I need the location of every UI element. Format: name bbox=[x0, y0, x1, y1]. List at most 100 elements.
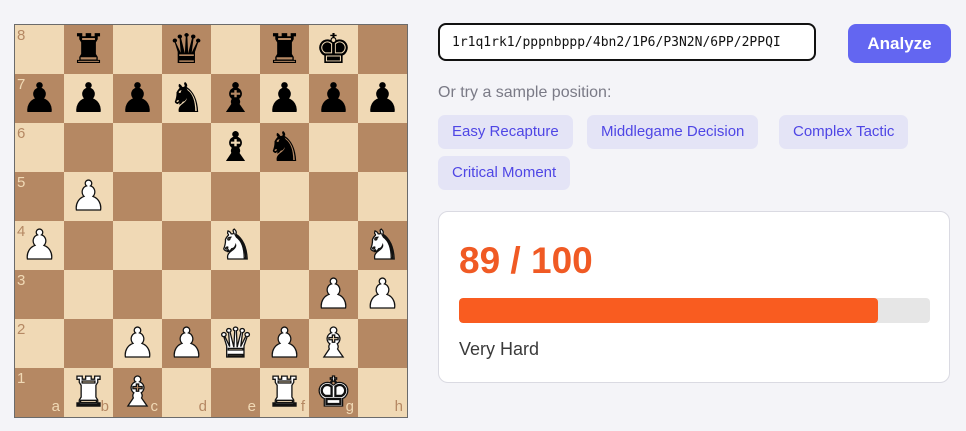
square-c2[interactable]: ♟ bbox=[113, 319, 162, 368]
black-bishop-icon[interactable]: ♝ bbox=[217, 127, 254, 168]
square-g2[interactable]: ♝ bbox=[309, 319, 358, 368]
chess-board[interactable]: 8 ♜ ♛ ♜ ♚ 7 ♟ ♟ ♟ ♞ ♝ ♟ ♟ ♟ 6 ♝ ♞ 5 ♟ 4 ♟ ♞ ♞ 3 ♟ ♟ 2 ♟ ♟ ♛ ♟ ♝ 1 a b ♜ c ♝ d e… bbox=[14, 24, 408, 418]
square-g7[interactable]: ♟ bbox=[309, 74, 358, 123]
sample-easy-recapture-button[interactable]: Easy Recapture bbox=[438, 115, 573, 149]
square-d7[interactable]: ♞ bbox=[162, 74, 211, 123]
square-e4[interactable]: ♞ bbox=[211, 221, 260, 270]
square-c6[interactable] bbox=[113, 123, 162, 172]
square-f5[interactable] bbox=[260, 172, 309, 221]
square-e5[interactable] bbox=[211, 172, 260, 221]
white-pawn-icon[interactable]: ♟ bbox=[265, 322, 303, 364]
black-king-icon[interactable]: ♚ bbox=[315, 29, 352, 70]
sample-complex-tactic-button[interactable]: Complex Tactic bbox=[779, 115, 909, 149]
square-h1[interactable]: h bbox=[358, 368, 407, 417]
square-a1[interactable]: 1a bbox=[15, 368, 64, 417]
square-g6[interactable] bbox=[309, 123, 358, 172]
square-e8[interactable] bbox=[211, 25, 260, 74]
square-e7[interactable]: ♝ bbox=[211, 74, 260, 123]
square-g8[interactable]: ♚ bbox=[309, 25, 358, 74]
black-pawn-icon[interactable]: ♟ bbox=[119, 78, 156, 119]
rank-label: 6 bbox=[17, 125, 26, 142]
square-a8[interactable]: 8 bbox=[15, 25, 64, 74]
square-b1[interactable]: b ♜ bbox=[64, 368, 113, 417]
white-pawn-icon[interactable]: ♟ bbox=[118, 322, 156, 364]
square-d5[interactable] bbox=[162, 172, 211, 221]
square-g5[interactable] bbox=[309, 172, 358, 221]
black-pawn-icon[interactable]: ♟ bbox=[364, 78, 401, 119]
square-a6[interactable]: 6 bbox=[15, 123, 64, 172]
white-knight-icon[interactable]: ♞ bbox=[216, 224, 254, 266]
square-h6[interactable] bbox=[358, 123, 407, 172]
white-pawn-icon[interactable]: ♟ bbox=[167, 322, 205, 364]
white-bishop-icon[interactable]: ♝ bbox=[314, 322, 352, 364]
white-pawn-icon[interactable]: ♟ bbox=[20, 224, 58, 266]
square-b3[interactable] bbox=[64, 270, 113, 319]
square-h4[interactable]: ♞ bbox=[358, 221, 407, 270]
square-h8[interactable] bbox=[358, 25, 407, 74]
square-h5[interactable] bbox=[358, 172, 407, 221]
square-d3[interactable] bbox=[162, 270, 211, 319]
square-h3[interactable]: ♟ bbox=[358, 270, 407, 319]
square-g1[interactable]: g ♚ bbox=[309, 368, 358, 417]
square-g3[interactable]: ♟ bbox=[309, 270, 358, 319]
square-d6[interactable] bbox=[162, 123, 211, 172]
square-e2[interactable]: ♛ bbox=[211, 319, 260, 368]
square-c5[interactable] bbox=[113, 172, 162, 221]
black-pawn-icon[interactable]: ♟ bbox=[315, 78, 352, 119]
white-rook-icon[interactable]: ♜ bbox=[265, 371, 303, 413]
square-f7[interactable]: ♟ bbox=[260, 74, 309, 123]
square-a4[interactable]: 4 ♟ bbox=[15, 221, 64, 270]
analyze-button[interactable]: Analyze bbox=[848, 24, 951, 63]
black-pawn-icon[interactable]: ♟ bbox=[266, 78, 303, 119]
square-f3[interactable] bbox=[260, 270, 309, 319]
sample-critical-moment-button[interactable]: Critical Moment bbox=[438, 156, 571, 190]
square-b8[interactable]: ♜ bbox=[64, 25, 113, 74]
square-a7[interactable]: 7 ♟ bbox=[15, 74, 64, 123]
square-g4[interactable] bbox=[309, 221, 358, 270]
square-b7[interactable]: ♟ bbox=[64, 74, 113, 123]
square-h7[interactable]: ♟ bbox=[358, 74, 407, 123]
square-b6[interactable] bbox=[64, 123, 113, 172]
square-c8[interactable] bbox=[113, 25, 162, 74]
square-b5[interactable]: ♟ bbox=[64, 172, 113, 221]
square-f4[interactable] bbox=[260, 221, 309, 270]
square-f1[interactable]: f ♜ bbox=[260, 368, 309, 417]
square-b2[interactable] bbox=[64, 319, 113, 368]
square-f6[interactable]: ♞ bbox=[260, 123, 309, 172]
black-rook-icon[interactable]: ♜ bbox=[266, 29, 303, 70]
square-e1[interactable]: e bbox=[211, 368, 260, 417]
black-pawn-icon[interactable]: ♟ bbox=[70, 78, 107, 119]
square-f8[interactable]: ♜ bbox=[260, 25, 309, 74]
square-c7[interactable]: ♟ bbox=[113, 74, 162, 123]
square-c3[interactable] bbox=[113, 270, 162, 319]
square-d2[interactable]: ♟ bbox=[162, 319, 211, 368]
fen-input[interactable] bbox=[438, 23, 816, 61]
difficulty-score: 89 / 100 bbox=[459, 240, 593, 281]
square-c4[interactable] bbox=[113, 221, 162, 270]
square-c1[interactable]: c ♝ bbox=[113, 368, 162, 417]
file-label: d bbox=[198, 398, 207, 415]
black-bishop-icon[interactable]: ♝ bbox=[217, 78, 254, 119]
black-knight-icon[interactable]: ♞ bbox=[168, 78, 205, 119]
square-e6[interactable]: ♝ bbox=[211, 123, 260, 172]
square-a5[interactable]: 5 bbox=[15, 172, 64, 221]
square-b4[interactable] bbox=[64, 221, 113, 270]
white-queen-icon[interactable]: ♛ bbox=[216, 322, 254, 364]
square-e3[interactable] bbox=[211, 270, 260, 319]
black-pawn-icon[interactable]: ♟ bbox=[21, 78, 58, 119]
square-d8[interactable]: ♛ bbox=[162, 25, 211, 74]
square-d4[interactable] bbox=[162, 221, 211, 270]
black-queen-icon[interactable]: ♛ bbox=[168, 29, 205, 70]
square-h2[interactable] bbox=[358, 319, 407, 368]
square-d1[interactable]: d bbox=[162, 368, 211, 417]
square-a3[interactable]: 3 bbox=[15, 270, 64, 319]
white-knight-icon[interactable]: ♞ bbox=[363, 224, 401, 266]
square-f2[interactable]: ♟ bbox=[260, 319, 309, 368]
black-rook-icon[interactable]: ♜ bbox=[70, 29, 107, 70]
white-pawn-icon[interactable]: ♟ bbox=[314, 273, 352, 315]
white-pawn-icon[interactable]: ♟ bbox=[69, 175, 107, 217]
sample-middlegame-decision-button[interactable]: Middlegame Decision bbox=[587, 115, 759, 149]
white-pawn-icon[interactable]: ♟ bbox=[363, 273, 401, 315]
square-a2[interactable]: 2 bbox=[15, 319, 64, 368]
black-knight-icon[interactable]: ♞ bbox=[266, 127, 303, 168]
